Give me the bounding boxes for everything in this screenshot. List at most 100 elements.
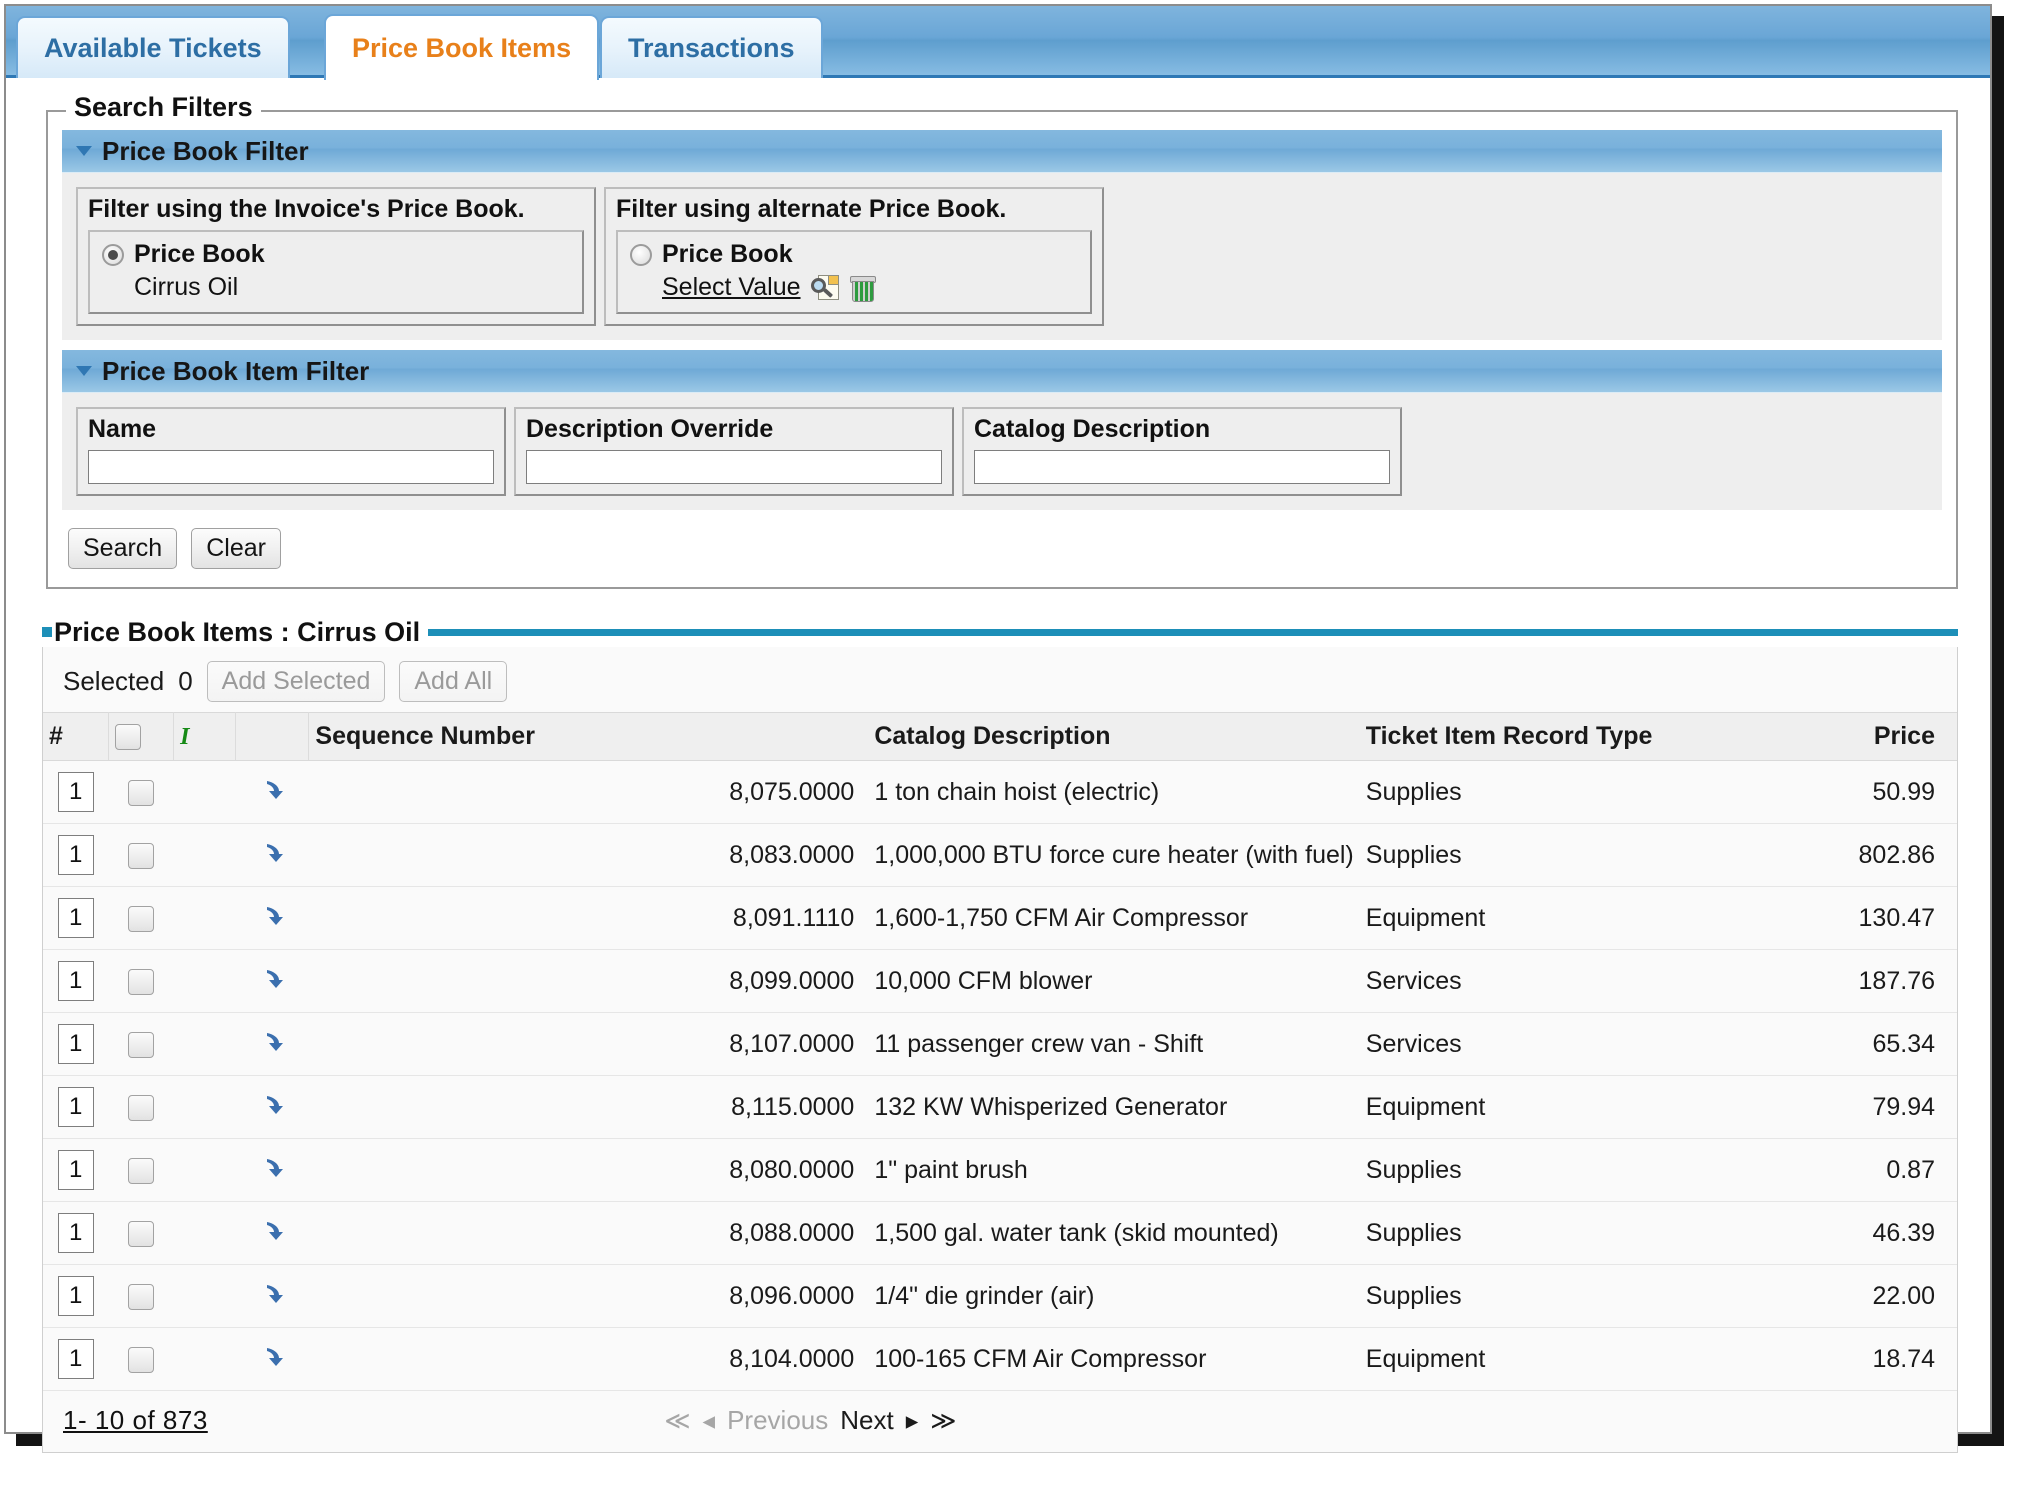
- goto-arrow-icon[interactable]: [257, 1344, 287, 1374]
- clear-button[interactable]: Clear: [191, 528, 281, 569]
- invoice-price-book-radio[interactable]: [102, 243, 124, 266]
- price-book-items-results: Price Book Items : Cirrus Oil Selected 0…: [42, 617, 1958, 1453]
- row-checkbox[interactable]: [127, 1157, 154, 1184]
- row-select-cell: [108, 949, 174, 1013]
- goto-arrow-icon[interactable]: [257, 1092, 287, 1122]
- page-range-link[interactable]: 1- 10 of 873: [63, 1405, 208, 1435]
- tab-transactions[interactable]: Transactions: [600, 16, 823, 78]
- next-page-button[interactable]: Next: [840, 1405, 893, 1436]
- alternate-price-book-radio-row[interactable]: Price Book: [630, 240, 1078, 269]
- goto-arrow-icon[interactable]: [257, 1029, 287, 1059]
- row-checkbox[interactable]: [127, 905, 154, 932]
- row-quantity-input[interactable]: 1: [57, 1087, 94, 1127]
- row-select-cell: [108, 1264, 174, 1328]
- goto-arrow-icon[interactable]: [257, 903, 287, 933]
- row-quantity-input[interactable]: 1: [57, 1024, 94, 1064]
- invoice-price-book-value: Cirrus Oil: [134, 273, 239, 301]
- invoice-price-book-radio-row[interactable]: Price Book: [102, 240, 570, 269]
- row-quantity-cell: 1: [43, 760, 109, 824]
- row-quantity-cell: 1: [43, 1075, 109, 1139]
- row-quantity-input[interactable]: 1: [57, 1276, 94, 1316]
- column-header-catalog-description[interactable]: Catalog Description: [868, 712, 1360, 761]
- row-ticket-item-record-type: Supplies: [1359, 823, 1756, 887]
- page-content: Search Filters Price Book Filter Filter …: [6, 78, 1990, 1453]
- next-page-arrow-icon[interactable]: ▸: [906, 1406, 919, 1436]
- row-catalog-description: 1/4" die grinder (air): [868, 1264, 1360, 1328]
- row-quantity-input[interactable]: 1: [57, 835, 94, 875]
- row-select-cell: [108, 760, 174, 824]
- row-checkbox[interactable]: [127, 968, 154, 995]
- row-italic-cell: [173, 1201, 236, 1265]
- goto-arrow-icon[interactable]: [257, 1218, 287, 1248]
- results-divider: [428, 628, 1958, 636]
- row-checkbox[interactable]: [127, 1094, 154, 1121]
- row-sequence-number: 8,083.0000: [308, 823, 869, 887]
- row-select-cell: [108, 886, 174, 950]
- trash-icon[interactable]: [849, 274, 876, 302]
- catalog-description-input[interactable]: [974, 450, 1390, 484]
- row-quantity-cell: 1: [43, 1264, 109, 1328]
- collapse-marker-icon[interactable]: [42, 627, 52, 637]
- column-header-sequence-number[interactable]: Sequence Number: [308, 712, 869, 761]
- goto-arrow-icon[interactable]: [257, 1281, 287, 1311]
- row-checkbox[interactable]: [127, 779, 154, 806]
- goto-arrow-icon[interactable]: [257, 1155, 287, 1185]
- row-italic-cell: [173, 1327, 236, 1391]
- row-quantity-input[interactable]: 1: [57, 1150, 94, 1190]
- row-checkbox[interactable]: [127, 1283, 154, 1310]
- row-quantity-input[interactable]: 1: [57, 1339, 94, 1379]
- row-quantity-input[interactable]: 1: [57, 1213, 94, 1253]
- row-checkbox[interactable]: [127, 1346, 154, 1373]
- row-ticket-item-record-type: Equipment: [1359, 886, 1756, 950]
- price-book-filter-header[interactable]: Price Book Filter: [62, 130, 1942, 172]
- column-header-price[interactable]: Price: [1755, 712, 1957, 761]
- row-checkbox[interactable]: [127, 842, 154, 869]
- tab-available-tickets[interactable]: Available Tickets: [16, 16, 290, 78]
- description-override-input[interactable]: [526, 450, 942, 484]
- goto-arrow-icon[interactable]: [257, 840, 287, 870]
- row-checkbox[interactable]: [127, 1031, 154, 1058]
- add-all-button[interactable]: Add All: [399, 661, 508, 702]
- last-page-button[interactable]: ≫: [930, 1406, 956, 1436]
- column-header-number[interactable]: #: [43, 712, 109, 761]
- tab-bar: Available Tickets Price Book Items Trans…: [6, 6, 1990, 80]
- row-checkbox[interactable]: [127, 1220, 154, 1247]
- column-header-select-all: [108, 712, 175, 761]
- first-page-button[interactable]: ≪: [664, 1406, 690, 1436]
- row-quantity-input[interactable]: 1: [57, 961, 94, 1001]
- row-price: 46.39: [1755, 1201, 1957, 1265]
- row-catalog-description: 1,000,000 BTU force cure heater (with fu…: [868, 823, 1360, 887]
- select-all-checkbox[interactable]: [114, 724, 141, 751]
- search-page-icon[interactable]: [810, 274, 839, 302]
- results-title: Price Book Items : Cirrus Oil: [54, 616, 421, 647]
- previous-page-button[interactable]: Previous: [727, 1405, 828, 1436]
- row-quantity-input[interactable]: 1: [57, 898, 94, 938]
- select-value-link[interactable]: Select Value: [662, 273, 801, 302]
- alternate-price-book-radio[interactable]: [630, 243, 652, 266]
- tab-price-book-items[interactable]: Price Book Items: [324, 14, 600, 80]
- filter-action-buttons: Search Clear: [68, 528, 1942, 569]
- selected-label: Selected: [63, 666, 165, 696]
- row-catalog-description: 1" paint brush: [868, 1138, 1360, 1202]
- row-ticket-item-record-type: Supplies: [1359, 760, 1756, 824]
- previous-page-arrow-icon[interactable]: ◂: [703, 1406, 716, 1436]
- name-input[interactable]: [88, 450, 494, 484]
- results-header-row: Price Book Items : Cirrus Oil: [42, 617, 1958, 647]
- description-override-field-group: Description Override: [514, 407, 954, 496]
- row-quantity-input[interactable]: 1: [57, 772, 94, 812]
- column-header-ticket-item-record-type[interactable]: Ticket Item Record Type: [1359, 712, 1756, 761]
- row-quantity-cell: 1: [43, 886, 109, 950]
- goto-arrow-icon[interactable]: [257, 777, 287, 807]
- invoice-price-book-title: Filter using the Invoice's Price Book.: [88, 195, 525, 223]
- row-italic-cell: [173, 886, 236, 950]
- row-italic-cell: [173, 760, 236, 824]
- goto-arrow-icon[interactable]: [257, 966, 287, 996]
- text-cursor-icon: I: [180, 724, 190, 750]
- row-select-cell: [108, 823, 174, 887]
- search-button[interactable]: Search: [68, 528, 178, 569]
- column-header-italic: I: [173, 712, 237, 761]
- row-quantity-cell: 1: [43, 1012, 109, 1076]
- price-book-item-filter-header[interactable]: Price Book Item Filter: [62, 350, 1942, 392]
- add-selected-button[interactable]: Add Selected: [206, 661, 386, 702]
- row-price: 18.74: [1755, 1327, 1957, 1391]
